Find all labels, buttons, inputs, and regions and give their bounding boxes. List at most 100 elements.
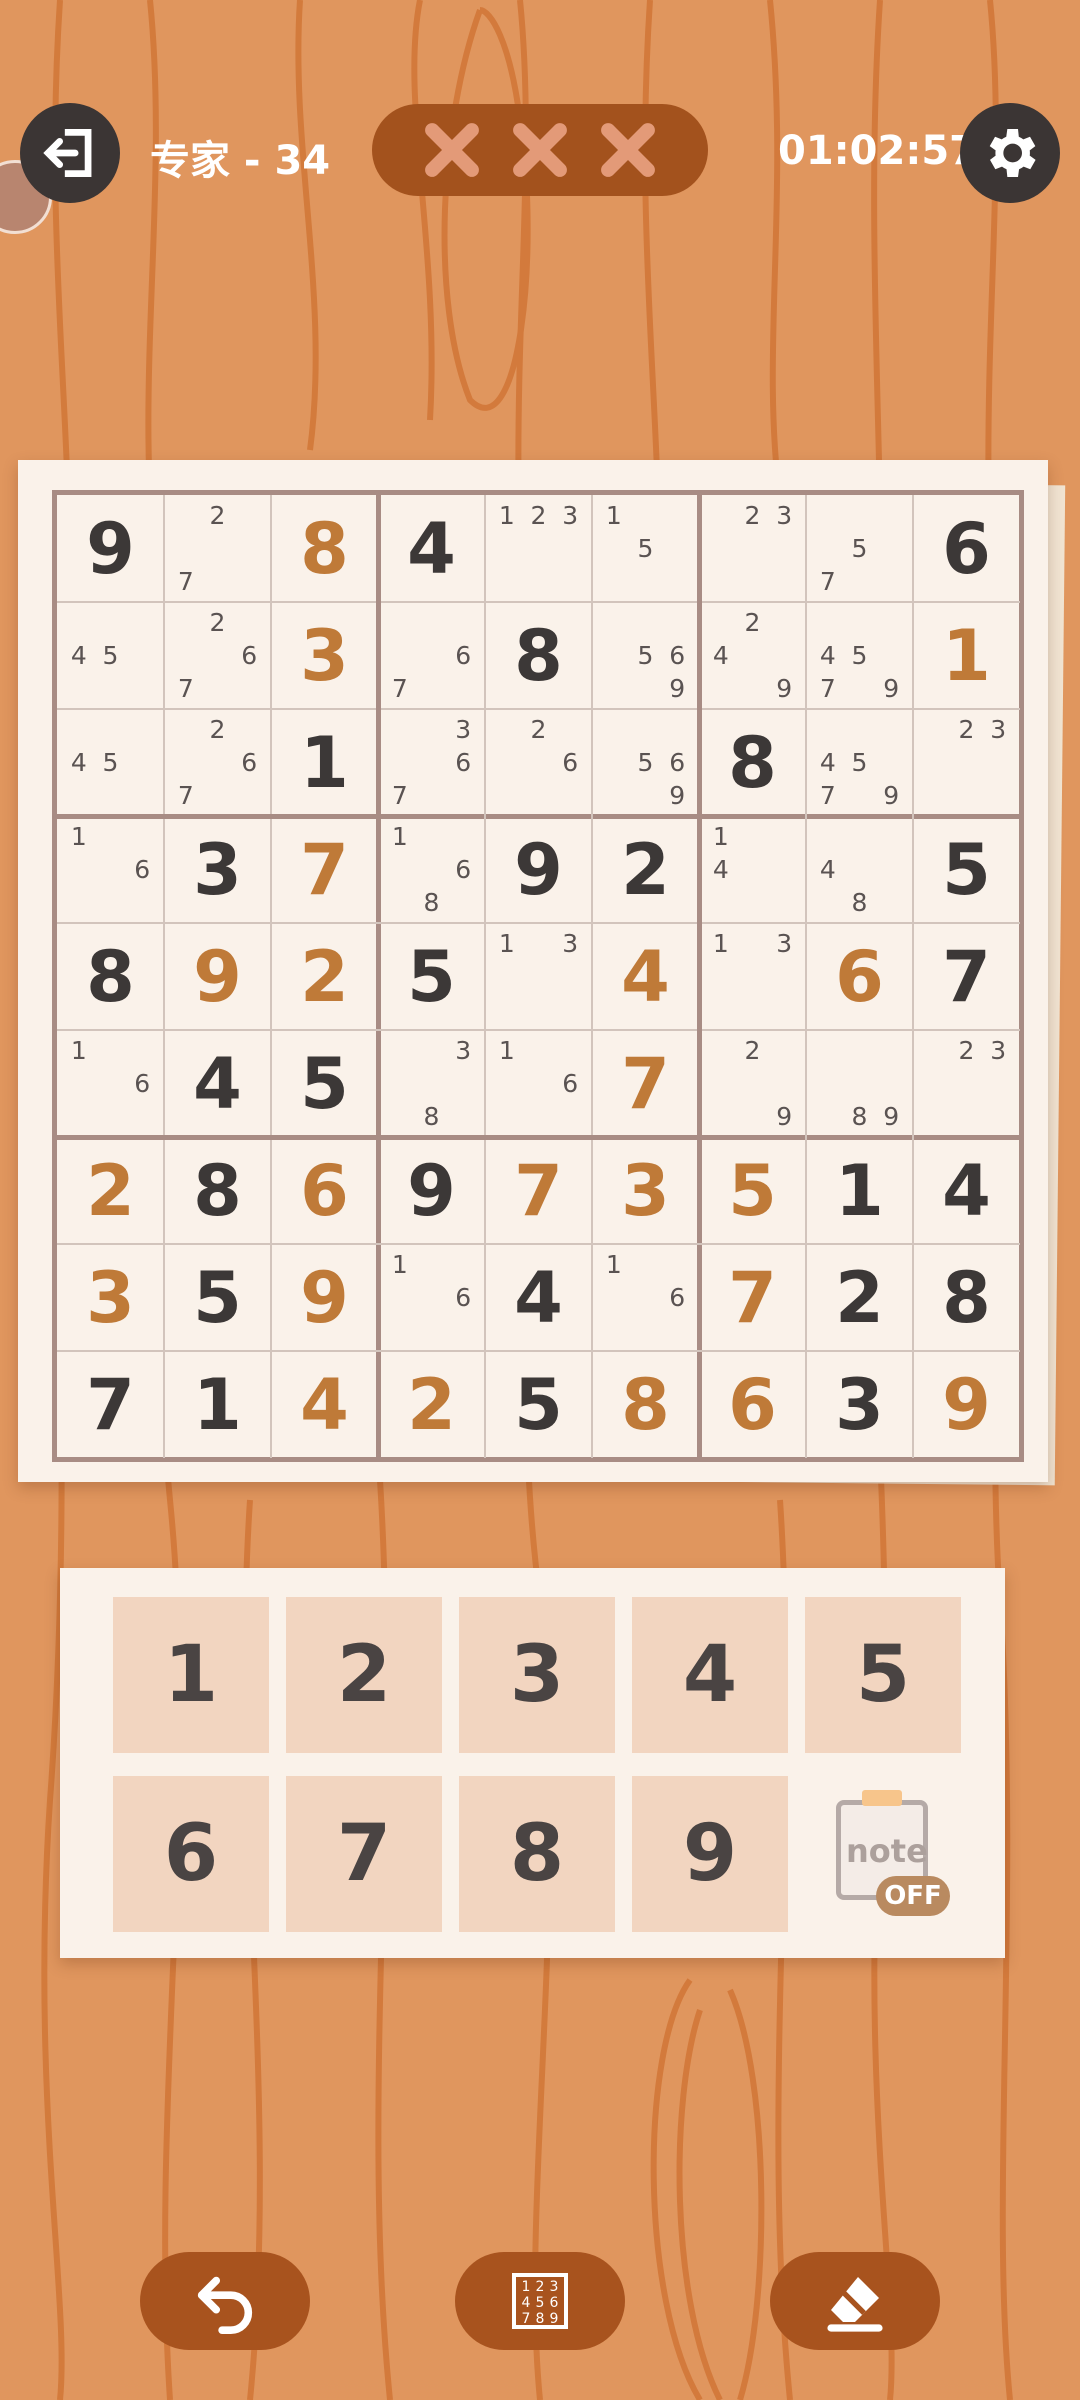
pencil-notes: 56 9	[598, 606, 693, 705]
grid-cell[interactable]: 9	[57, 495, 164, 602]
grid-cell[interactable]: 8	[913, 1244, 1020, 1351]
grid-cell[interactable]: 56 9	[592, 602, 699, 709]
key-9[interactable]: 9	[632, 1776, 788, 1932]
key-8[interactable]: 8	[459, 1776, 615, 1932]
grid-cell[interactable]: 38	[378, 1030, 485, 1137]
grid-cell[interactable]: 1	[271, 709, 378, 816]
grid-cell[interactable]: 13	[699, 923, 806, 1030]
grid-cell[interactable]: 16	[57, 816, 164, 923]
grid-cell[interactable]: 57	[806, 495, 913, 602]
grid-cell[interactable]: 24 9	[699, 602, 806, 709]
grid-cell[interactable]: 3	[271, 602, 378, 709]
grid-cell[interactable]: 89	[806, 1030, 913, 1137]
grid-cell[interactable]: 2	[806, 1244, 913, 1351]
grid-cell[interactable]: 5	[699, 1137, 806, 1244]
svg-text:4: 4	[522, 2295, 531, 2311]
note-toggle-button[interactable]: note OFF	[836, 1790, 956, 1920]
note-digit: 2	[958, 1036, 975, 1065]
grid-cell[interactable]: 16	[592, 1244, 699, 1351]
grid-cell[interactable]: 1	[913, 602, 1020, 709]
exit-button[interactable]	[20, 103, 120, 203]
grid-cell[interactable]: 7	[271, 816, 378, 923]
note-digit	[95, 672, 127, 705]
key-2[interactable]: 2	[286, 1597, 442, 1753]
grid-cell[interactable]: 8	[485, 602, 592, 709]
grid-cell[interactable]: 16	[378, 1244, 485, 1351]
grid-cell[interactable]: 4	[485, 1244, 592, 1351]
grid-cell[interactable]: 8	[271, 495, 378, 602]
grid-cell[interactable]: 67	[378, 602, 485, 709]
key-6[interactable]: 6	[113, 1776, 269, 1932]
settings-button[interactable]	[960, 103, 1060, 203]
grid-cell[interactable]: 16	[485, 1030, 592, 1137]
grid-cell[interactable]: 56 9	[592, 709, 699, 816]
grid-cell[interactable]: 26 7	[164, 602, 271, 709]
grid-cell[interactable]: 15	[592, 495, 699, 602]
grid-cell[interactable]: 26 7	[164, 709, 271, 816]
grid-cell[interactable]: 2	[592, 816, 699, 923]
grid-cell[interactable]: 6	[806, 923, 913, 1030]
grid-cell[interactable]: 13	[485, 923, 592, 1030]
grid-cell[interactable]: 26	[485, 709, 592, 816]
grid-cell[interactable]: 14	[699, 816, 806, 923]
grid-cell[interactable]: 7	[699, 1244, 806, 1351]
grid-cell[interactable]: 5	[913, 816, 1020, 923]
grid-cell[interactable]: 3	[592, 1137, 699, 1244]
grid-cell[interactable]: 9	[378, 1137, 485, 1244]
grid-cell[interactable]: 3	[57, 1244, 164, 1351]
grid-cell[interactable]: 7	[592, 1030, 699, 1137]
grid-cell[interactable]: 23	[699, 495, 806, 602]
grid-cell[interactable]: 8	[164, 1137, 271, 1244]
grid-cell[interactable]: 4	[271, 1351, 378, 1458]
grid-cell[interactable]: 9	[485, 816, 592, 923]
grid-cell[interactable]: 23	[913, 709, 1020, 816]
grid-cell[interactable]: 48	[806, 816, 913, 923]
grid-cell[interactable]: 6	[913, 495, 1020, 602]
grid-cell[interactable]: 4	[592, 923, 699, 1030]
grid-cell[interactable]: 7	[57, 1351, 164, 1458]
grid-cell[interactable]: 29	[699, 1030, 806, 1137]
grid-cell[interactable]: 4	[164, 1030, 271, 1137]
grid-cell[interactable]: 4	[913, 1137, 1020, 1244]
key-1[interactable]: 1	[113, 1597, 269, 1753]
grid-cell[interactable]: 45	[57, 602, 164, 709]
grid-cell[interactable]: 7	[485, 1137, 592, 1244]
key-5[interactable]: 5	[805, 1597, 961, 1753]
key-7[interactable]: 7	[286, 1776, 442, 1932]
grid-cell[interactable]: 6	[271, 1137, 378, 1244]
grid-cell[interactable]: 5	[378, 923, 485, 1030]
grid-cell[interactable]: 2	[378, 1351, 485, 1458]
grid-cell[interactable]: 3	[164, 816, 271, 923]
grid-cell[interactable]: 2	[57, 1137, 164, 1244]
grid-cell[interactable]: 457 9	[806, 709, 913, 816]
grid-cell[interactable]: 5	[271, 1030, 378, 1137]
grid-cell[interactable]: 6	[699, 1351, 806, 1458]
grid-cell[interactable]: 3 6 7	[378, 709, 485, 816]
grid-cell[interactable]: 23	[913, 1030, 1020, 1137]
grid-cell[interactable]: 3	[806, 1351, 913, 1458]
grid-cell[interactable]: 9	[271, 1244, 378, 1351]
grid-cell[interactable]: 16	[57, 1030, 164, 1137]
grid-cell[interactable]: 457 9	[806, 602, 913, 709]
grid-cell[interactable]: 4	[378, 495, 485, 602]
grid-cell[interactable]: 123	[485, 495, 592, 602]
notes-grid-button[interactable]: 123 456 789	[455, 2252, 625, 2350]
grid-cell[interactable]: 9	[913, 1351, 1020, 1458]
grid-cell[interactable]: 8	[592, 1351, 699, 1458]
grid-cell[interactable]: 7	[913, 923, 1020, 1030]
grid-cell[interactable]: 2	[271, 923, 378, 1030]
undo-button[interactable]	[140, 2252, 310, 2350]
grid-cell[interactable]: 45	[57, 709, 164, 816]
grid-cell[interactable]: 1	[806, 1137, 913, 1244]
grid-cell[interactable]: 5	[485, 1351, 592, 1458]
grid-cell[interactable]: 5	[164, 1244, 271, 1351]
key-4[interactable]: 4	[632, 1597, 788, 1753]
grid-cell[interactable]: 8	[699, 709, 806, 816]
grid-cell[interactable]: 1 68	[378, 816, 485, 923]
grid-cell[interactable]: 1	[164, 1351, 271, 1458]
grid-cell[interactable]: 9	[164, 923, 271, 1030]
key-3[interactable]: 3	[459, 1597, 615, 1753]
grid-cell[interactable]: 27	[164, 495, 271, 602]
grid-cell[interactable]: 8	[57, 923, 164, 1030]
erase-button[interactable]	[770, 2252, 940, 2350]
